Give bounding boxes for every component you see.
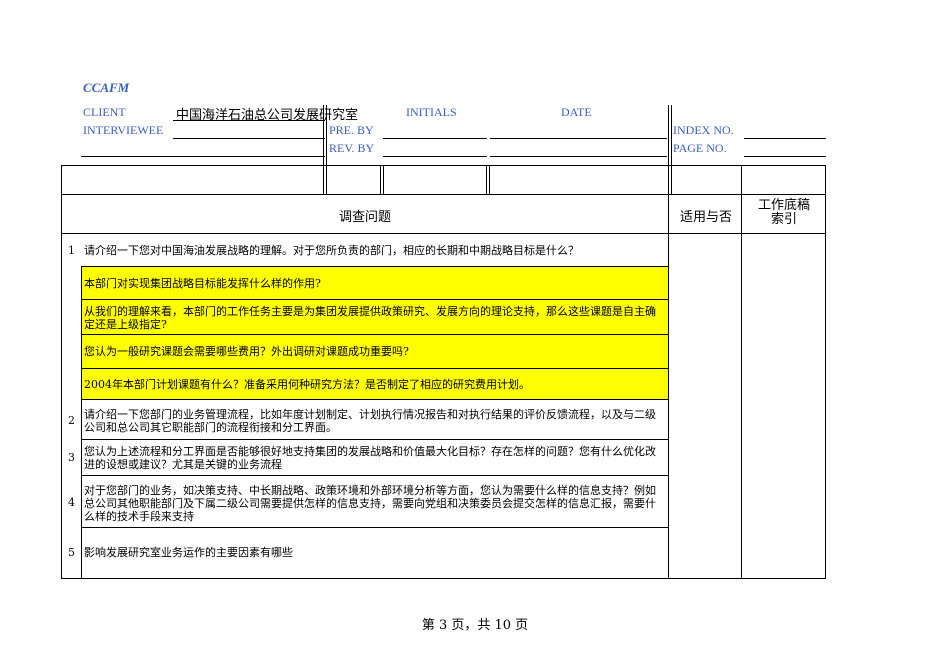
table-left-border (61, 165, 62, 579)
question-text: 从我们的理解来看，本部门的工作任务主要是为集团发展提供政策研究、发展方向的理论支… (84, 305, 656, 331)
highlight-row: 2004年本部门计划课题有什么？准备采用何种研究方法？是否制定了相应的研究费用计… (81, 368, 668, 400)
page-footer: 第 3 页，共 10 页 (421, 618, 529, 633)
pre-by-label: PRE. BY (329, 123, 374, 137)
page-no-label: PAGE NO. (673, 141, 727, 155)
header-divider-c (668, 105, 669, 194)
client-label: CLIENT (83, 105, 126, 119)
col-question-header: 调查问题 (338, 210, 391, 225)
left-header-underline (81, 156, 325, 157)
question-text: 2004年本部门计划课题有什么？准备采用何种研究方法？是否制定了相应的研究费用计… (84, 378, 530, 391)
row-divider (81, 439, 668, 440)
row-divider (81, 475, 668, 476)
question-row: 请介绍一下您部门的业务管理流程，比如年度计划制定、计划执行情况报告和对执行结果的… (84, 408, 656, 434)
rev-by-date-underline (490, 156, 667, 157)
highlight-row: 从我们的理解来看，本部门的工作任务主要是为集团发展提供政策研究、发展方向的理论支… (81, 299, 668, 334)
highlight-row: 本部门对实现集团战略目标能发挥什么样的作用? (81, 266, 668, 299)
ccafm-logo: CCAFM (83, 80, 130, 95)
pre-by-date-underline (490, 138, 667, 139)
question-row: 您认为上述流程和分工界面是否能够很好地支持集团的发展战略和价值最大化目标？存在怎… (84, 445, 656, 471)
box-divider-5 (741, 165, 742, 195)
header-divider-b (326, 105, 327, 194)
row-number: 5 (68, 546, 75, 559)
page-no-underline (744, 156, 826, 157)
boxes-bottom-border (61, 194, 826, 195)
box-divider-2 (383, 165, 384, 195)
boxes-top-border (61, 165, 826, 166)
question-row: 请介绍一下您对中国海油发展战略的理解。对于您所负责的部门，相应的长期和中期战略目… (84, 244, 579, 257)
client-underline (173, 120, 325, 121)
header-divider-d (671, 105, 672, 194)
col-index-header: 工作底稿 索引 (757, 198, 810, 227)
question-text: 本部门对实现集团战略目标能发挥什么样的作用? (84, 277, 321, 290)
interviewee-label: INTERVIEWEE (83, 123, 164, 137)
box-divider-3 (486, 165, 487, 195)
rev-by-label: REV. BY (329, 141, 375, 155)
date-label: DATE (561, 105, 592, 119)
row-number: 3 (68, 451, 75, 464)
header-divider-a (323, 105, 324, 194)
pre-by-underline (383, 138, 487, 139)
row-divider (81, 527, 668, 528)
box-divider-1 (380, 165, 381, 195)
col-divider-applicable (668, 194, 669, 579)
question-inner-border (81, 266, 82, 579)
question-row: 对于您部门的业务，如决策支持、中长期战略、政策环境和外部环境分析等方面，您认为需… (84, 484, 656, 523)
col-applicable-header: 适用与否 (679, 210, 732, 225)
row-number: 4 (68, 496, 75, 509)
col-divider-index (741, 194, 742, 579)
initials-label: INITIALS (406, 105, 457, 119)
row-number: 2 (68, 414, 75, 427)
index-no-underline (744, 138, 826, 139)
index-no-label: INDEX NO. (673, 123, 734, 137)
rev-by-underline (383, 156, 487, 157)
row-number: 1 (68, 244, 75, 257)
interviewee-underline (173, 138, 325, 139)
box-divider-4 (489, 165, 490, 195)
table-right-border (825, 165, 826, 579)
header-row-bottom (61, 233, 826, 234)
table-bottom-border (61, 578, 826, 579)
question-row: 影响发展研究室业务运作的主要因素有哪些 (84, 546, 293, 559)
highlight-row: 您认为一般研究课题会需要哪些费用？外出调研对课题成功重要吗? (81, 334, 668, 368)
question-text: 您认为一般研究课题会需要哪些费用？外出调研对课题成功重要吗? (84, 345, 409, 358)
